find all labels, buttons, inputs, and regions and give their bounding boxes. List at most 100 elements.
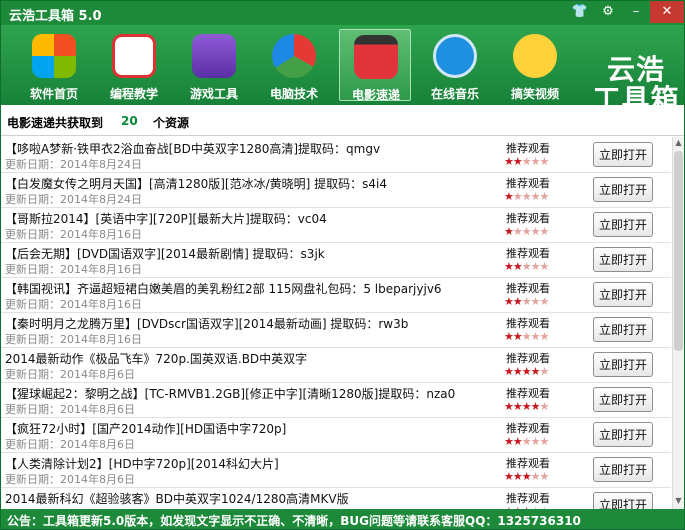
list-item: 【猩球崛起2：黎明之战】[TC-RMVB1.2GB][修正中字][清晰1280版… xyxy=(1,382,671,418)
open-button[interactable]: 立即打开 xyxy=(593,387,653,412)
item-title[interactable]: 【韩国视讯】齐逼超短裙白嫩美眉的美乳粉红2部 115网盘礼包码：5 lbepar… xyxy=(5,280,495,297)
app-window: 云浩工具箱 5.0 👕 ⚙ – ✕ 软件首页 编程教学 游戏工具 电脑技术 电影… xyxy=(0,0,685,530)
tab-funny-videos[interactable]: 搞笑视频 xyxy=(499,29,571,101)
item-date: 更新日期：2014年8月6日 xyxy=(5,438,135,451)
star-icon: ★ xyxy=(504,435,514,448)
open-button[interactable]: 立即打开 xyxy=(593,142,653,167)
settings-gear-icon[interactable]: ⚙ xyxy=(594,1,622,23)
open-button[interactable]: 立即打开 xyxy=(593,212,653,237)
star-icon: ★ xyxy=(512,190,523,203)
colorful-s-logo-icon xyxy=(272,34,316,78)
star-icon: ★ xyxy=(539,155,550,168)
star-icon: ★ xyxy=(504,260,514,273)
list-item: 【白发魔女传之明月天国】[高清1280版][范冰冰/黄晓明] 提取码：s4i4 更… xyxy=(1,172,671,208)
item-title[interactable]: 2014最新科幻《超验骇客》BD中英双字1024/1280高清MKV版 xyxy=(5,490,495,507)
open-button[interactable]: 立即打开 xyxy=(593,492,653,509)
item-title[interactable]: 【哆啦A梦新·铁甲衣2浴血奋战[BD中英双字1280高清]提取码：qmgv xyxy=(5,140,495,157)
rating-stars: ★★★★★ xyxy=(504,225,550,238)
recommend-label: 推荐观看 xyxy=(506,282,550,295)
window-controls: 👕 ⚙ – ✕ xyxy=(566,1,684,23)
item-title[interactable]: 【后会无期】[DVD国语双字][2014最新剧情] 提取码：s3jk xyxy=(5,245,495,262)
scroll-up-icon[interactable]: ▲ xyxy=(673,138,684,150)
recommend-label: 推荐观看 xyxy=(506,247,550,260)
star-icon: ★ xyxy=(539,400,550,413)
window-title: 云浩工具箱 5.0 xyxy=(9,9,102,24)
recommend-label: 推荐观看 xyxy=(506,352,550,365)
programming-book-icon xyxy=(112,34,156,78)
open-button[interactable]: 立即打开 xyxy=(593,352,653,377)
tab-pc-tech[interactable]: 电脑技术 xyxy=(258,29,330,101)
star-icon: ★ xyxy=(530,435,541,448)
rating-stars: ★★★★★ xyxy=(504,365,550,378)
brand-logo: 云浩 工具箱 xyxy=(591,55,681,115)
item-date: 更新日期：2014年8月6日 xyxy=(5,473,135,486)
star-icon: ★ xyxy=(504,225,514,238)
minimize-button[interactable]: – xyxy=(622,1,650,23)
list-item: 【后会无期】[DVD国语双字][2014最新剧情] 提取码：s3jk 更新日期：2… xyxy=(1,242,671,278)
star-icon: ★ xyxy=(512,365,523,378)
tab-software-home[interactable]: 软件首页 xyxy=(18,29,90,101)
tab-label: 编程教学 xyxy=(109,87,158,101)
star-icon: ★ xyxy=(512,260,523,273)
open-button[interactable]: 立即打开 xyxy=(593,177,653,202)
item-title[interactable]: 【哥斯拉2014】[英语中字][720P][最新大片]提取码：vc04 xyxy=(5,210,495,227)
item-title[interactable]: 【秦时明月之龙腾万里】[DVDscr国语双字][2014最新动画] 提取码：rw… xyxy=(5,315,495,332)
star-icon: ★ xyxy=(530,330,541,343)
item-date: 更新日期：2014年8月16日 xyxy=(5,298,142,311)
open-button[interactable]: 立即打开 xyxy=(593,457,653,482)
star-icon: ★ xyxy=(539,295,550,308)
list-item: 【人类清除计划2】[HD中字720p][2014科幻大片] 更新日期：2014年8… xyxy=(1,452,671,488)
tab-label: 游戏工具 xyxy=(189,87,238,101)
open-button[interactable]: 立即打开 xyxy=(593,422,653,447)
item-title[interactable]: 【白发魔女传之明月天国】[高清1280版][范冰冰/黄晓明] 提取码：s4i4 xyxy=(5,175,495,192)
star-icon: ★ xyxy=(504,330,514,343)
item-date: 更新日期：2014年8月24日 xyxy=(5,158,142,171)
tab-game-tools[interactable]: 游戏工具 xyxy=(178,29,250,101)
skin-icon[interactable]: 👕 xyxy=(566,1,594,23)
recommend-label: 推荐观看 xyxy=(506,422,550,435)
star-icon: ★ xyxy=(521,330,532,343)
star-icon: ★ xyxy=(512,330,523,343)
star-icon: ★ xyxy=(539,365,550,378)
scroll-thumb[interactable] xyxy=(674,151,683,351)
tab-movie-express[interactable]: 电影速递 xyxy=(339,29,411,102)
clapperboard-icon xyxy=(354,35,398,79)
open-button[interactable]: 立即打开 xyxy=(593,317,653,342)
scroll-down-icon[interactable]: ▼ xyxy=(673,496,684,508)
rating-stars: ★★★★★ xyxy=(504,470,549,483)
list-scrollbar[interactable]: ▲ ▼ xyxy=(672,137,684,509)
rating-stars: ★★★★★ xyxy=(504,190,550,203)
gamepad-icon xyxy=(192,34,236,78)
main-toolbar: 软件首页 编程教学 游戏工具 电脑技术 电影速递 在线音乐 搞笑视频 云浩 工具 xyxy=(1,25,684,115)
list-item: 【韩国视讯】齐逼超短裙白嫩美眉的美乳粉红2部 115网盘礼包码：5 lbepar… xyxy=(1,277,671,313)
tab-label: 软件首页 xyxy=(29,87,78,101)
tab-online-music[interactable]: 在线音乐 xyxy=(419,29,491,101)
tab-programming[interactable]: 编程教学 xyxy=(98,29,170,101)
open-button[interactable]: 立即打开 xyxy=(593,282,653,307)
star-icon: ★ xyxy=(512,225,523,238)
star-icon: ★ xyxy=(512,435,523,448)
open-button[interactable]: 立即打开 xyxy=(593,247,653,272)
recommend-label: 推荐观看 xyxy=(506,492,550,505)
rating-stars: ★★★★★ xyxy=(504,400,550,413)
item-title[interactable]: 【人类清除计划2】[HD中字720p][2014科幻大片] xyxy=(5,455,495,472)
star-icon: ★ xyxy=(521,190,532,203)
star-icon: ★ xyxy=(521,225,532,238)
close-button[interactable]: ✕ xyxy=(650,1,684,23)
star-icon: ★ xyxy=(539,190,550,203)
star-icon: ★ xyxy=(521,470,532,483)
star-icon: ★ xyxy=(504,400,514,413)
star-icon: ★ xyxy=(504,365,514,378)
recommend-label: 推荐观看 xyxy=(506,212,550,225)
item-title[interactable]: 【猩球崛起2：黎明之战】[TC-RMVB1.2GB][修正中字][清晰1280版… xyxy=(5,385,495,402)
item-title[interactable]: 2014最新动作《极品飞车》720p.国英双语.BD中英双字 xyxy=(5,350,495,367)
star-icon: ★ xyxy=(530,365,541,378)
summary-prefix: 电影速递共获取到 xyxy=(7,116,104,130)
list-item: 【哆啦A梦新·铁甲衣2浴血奋战[BD中英双字1280高清]提取码：qmgv 更新日… xyxy=(1,137,671,173)
star-icon: ★ xyxy=(539,225,550,238)
item-title[interactable]: 【疯狂72小时】[国产2014动作][HD国语中字720p] xyxy=(5,420,495,437)
star-icon: ★ xyxy=(521,365,532,378)
item-date: 更新日期：2014年8月6日 xyxy=(5,403,135,416)
item-date: 更新日期：2014年8月16日 xyxy=(5,228,142,241)
item-date: 更新日期：2014年8月6日 xyxy=(5,368,135,381)
